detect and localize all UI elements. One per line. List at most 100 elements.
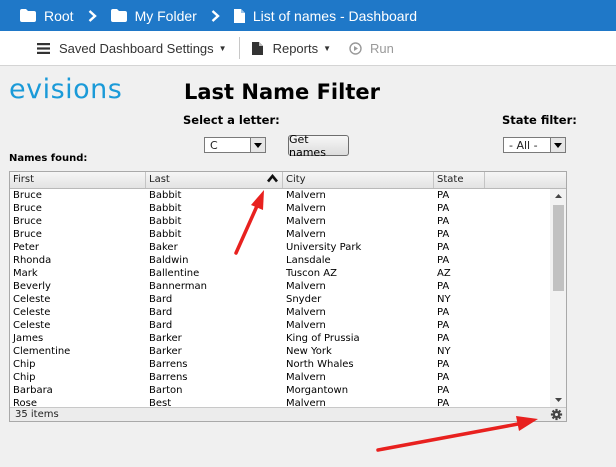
cell-first: Celeste [13, 307, 51, 318]
letter-select-value: C [210, 138, 218, 152]
table-row[interactable]: Bruce Babbit Malvern PA [10, 189, 550, 202]
state-select-value: - All - [509, 138, 538, 152]
cell-state: PA [437, 372, 450, 383]
cell-first: Peter [13, 242, 40, 253]
caret-down-icon: ▼ [218, 43, 227, 53]
cell-state: PA [437, 333, 450, 344]
cell-state: PA [437, 216, 450, 227]
grid-rows: Bruce Babbit Malvern PA Bruce Babbit Malvern PA… [10, 189, 550, 407]
cell-last: Barrens [149, 372, 188, 383]
cell-state: PA [437, 307, 450, 318]
sort-ascending-icon [267, 174, 278, 183]
get-names-button[interactable]: Get names [288, 133, 349, 159]
table-row[interactable]: Bruce Babbit Malvern PA [10, 215, 550, 228]
table-row[interactable]: Celeste Bard Malvern PA [10, 306, 550, 319]
play-circle-icon [349, 41, 362, 55]
names-found-label: Names found: [9, 153, 88, 164]
cell-last: Best [149, 398, 172, 407]
column-header-first[interactable]: First [10, 172, 146, 188]
dropdown-arrow-icon [250, 138, 265, 152]
gear-icon[interactable] [550, 408, 563, 421]
cell-state: PA [437, 385, 450, 396]
cell-last: Barrens [149, 359, 188, 370]
table-row[interactable]: Beverly Bannerman Malvern PA [10, 280, 550, 293]
cell-last: Babbit [149, 190, 182, 201]
run-button[interactable]: Run [349, 41, 394, 56]
table-row[interactable]: Bruce Babbit Malvern PA [10, 228, 550, 241]
cell-first: Mark [13, 268, 38, 279]
cell-last: Bard [149, 294, 173, 305]
column-header-label: State [437, 174, 464, 185]
scroll-up-arrow-icon[interactable] [550, 189, 566, 203]
table-row[interactable]: Celeste Bard Snyder NY [10, 293, 550, 306]
cell-state: PA [437, 255, 450, 266]
cell-state: PA [437, 398, 450, 407]
cell-state: PA [437, 190, 450, 201]
state-filter-label: State filter: [502, 113, 577, 127]
cell-city: Lansdale [286, 255, 331, 266]
column-header-city[interactable]: City [283, 172, 434, 188]
cell-state: PA [437, 359, 450, 370]
chevron-right-icon [88, 9, 97, 22]
column-header-label: Last [149, 174, 170, 185]
saved-dashboard-settings-button[interactable]: Saved Dashboard Settings ▼ [37, 41, 227, 56]
cell-city: Malvern [286, 307, 326, 318]
cell-state: PA [437, 320, 450, 331]
breadcrumb-label: Root [44, 7, 74, 24]
breadcrumb-my-folder[interactable]: My Folder [110, 8, 197, 24]
scroll-down-arrow-icon[interactable] [550, 393, 566, 407]
cell-first: Barbara [13, 385, 53, 396]
table-row[interactable]: Bruce Babbit Malvern PA [10, 202, 550, 215]
state-select[interactable]: - All - [503, 137, 566, 153]
cell-last: Baker [149, 242, 178, 253]
grid-footer: 35 items [10, 407, 566, 421]
folder-icon [110, 9, 127, 22]
column-header-last[interactable]: Last [146, 172, 283, 188]
vertical-scrollbar[interactable] [550, 189, 566, 407]
document-icon [251, 41, 263, 55]
cell-last: Bard [149, 320, 173, 331]
cell-city: Malvern [286, 203, 326, 214]
cell-state: NY [437, 346, 451, 357]
cell-first: Bruce [13, 190, 42, 201]
breadcrumb: Root My Folder List of names - Dashboard [0, 0, 616, 31]
table-row[interactable]: Rhonda Baldwin Lansdale PA [10, 254, 550, 267]
cell-state: PA [437, 281, 450, 292]
cell-last: Babbit [149, 229, 182, 240]
cell-last: Bannerman [149, 281, 207, 292]
grid-header: First Last City State [10, 172, 566, 189]
table-row[interactable]: Peter Baker University Park PA [10, 241, 550, 254]
run-label: Run [370, 40, 394, 56]
table-row[interactable]: Clementine Barker New York NY [10, 345, 550, 358]
breadcrumb-label: List of names - Dashboard [252, 7, 418, 24]
table-row[interactable]: Barbara Barton Morgantown PA [10, 384, 550, 397]
cell-city: Malvern [286, 190, 326, 201]
toolbar: Saved Dashboard Settings ▼ Reports ▼ Run [0, 31, 616, 66]
cell-first: Rose [13, 398, 37, 407]
cell-first: Bruce [13, 216, 42, 227]
cell-first: Clementine [13, 346, 71, 357]
table-row[interactable]: Mark Ballentine Tuscon AZ AZ [10, 267, 550, 280]
breadcrumb-dashboard[interactable]: List of names - Dashboard [233, 7, 418, 24]
list-icon [37, 42, 50, 54]
breadcrumb-root[interactable]: Root [20, 8, 74, 24]
items-count: 35 items [15, 409, 59, 420]
cell-first: Chip [13, 359, 36, 370]
table-row[interactable]: Chip Barrens North Whales PA [10, 358, 550, 371]
cell-city: Malvern [286, 281, 326, 292]
cell-city: Malvern [286, 216, 326, 227]
table-row[interactable]: Chip Barrens Malvern PA [10, 371, 550, 384]
cell-state: PA [437, 203, 450, 214]
table-row[interactable]: Rose Best Malvern PA [10, 397, 550, 407]
table-row[interactable]: James Barker King of Prussia PA [10, 332, 550, 345]
scrollbar-thumb[interactable] [553, 205, 564, 291]
cell-state: NY [437, 294, 451, 305]
caret-down-icon: ▼ [323, 43, 332, 53]
column-header-state[interactable]: State [434, 172, 485, 188]
cell-city: Morgantown [286, 385, 349, 396]
letter-select[interactable]: C [204, 137, 266, 153]
cell-state: PA [437, 242, 450, 253]
table-row[interactable]: Celeste Bard Malvern PA [10, 319, 550, 332]
page-title: Last Name Filter [184, 80, 380, 104]
reports-button[interactable]: Reports ▼ [251, 41, 332, 56]
